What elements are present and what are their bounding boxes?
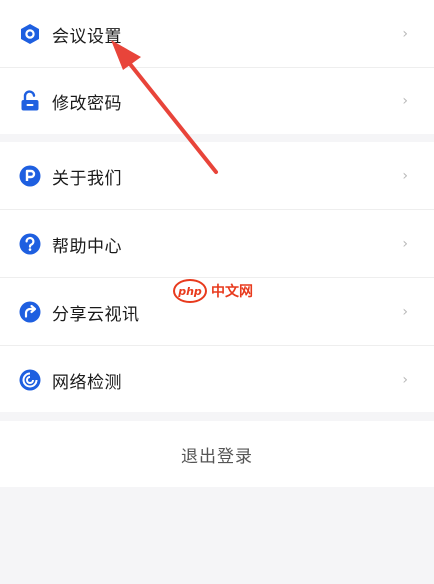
chevron-right-icon: ›: [402, 372, 408, 388]
menu-item-label: 关于我们: [52, 168, 122, 189]
menu-item-network-test[interactable]: 网络检测 ›: [0, 346, 434, 414]
unlock-icon: [18, 89, 42, 113]
chevron-right-icon: ›: [402, 168, 408, 184]
share-arrow-icon: [18, 300, 42, 324]
question-icon: [18, 232, 42, 256]
menu-item-label: 帮助中心: [52, 236, 122, 257]
network-swirl-icon: [18, 368, 42, 392]
hexagon-settings-icon: [18, 22, 42, 46]
settings-screen: 会议设置 › 修改密码 › 关于我们 › 帮助中心 › 分享云视讯 › 网络检测…: [0, 0, 434, 584]
chevron-right-icon: ›: [402, 304, 408, 320]
chevron-right-icon: ›: [402, 93, 408, 109]
menu-item-label: 分享云视讯: [52, 304, 140, 325]
menu-item-about-us[interactable]: 关于我们 ›: [0, 142, 434, 210]
menu-item-label: 会议设置: [52, 26, 122, 47]
menu-item-meeting-settings[interactable]: 会议设置 ›: [0, 0, 434, 68]
menu-item-help-center[interactable]: 帮助中心 ›: [0, 210, 434, 278]
watermark: php 中文网: [173, 279, 253, 303]
menu-item-label: 网络检测: [52, 372, 122, 393]
logout-button[interactable]: 退出登录: [0, 421, 434, 487]
watermark-text: 中文网: [211, 284, 253, 300]
menu-item-label: 修改密码: [52, 93, 122, 114]
menu-item-change-password[interactable]: 修改密码 ›: [0, 67, 434, 135]
chevron-right-icon: ›: [402, 26, 408, 42]
watermark-logo: php: [173, 279, 207, 303]
p-badge-icon: [18, 164, 42, 188]
chevron-right-icon: ›: [402, 236, 408, 252]
